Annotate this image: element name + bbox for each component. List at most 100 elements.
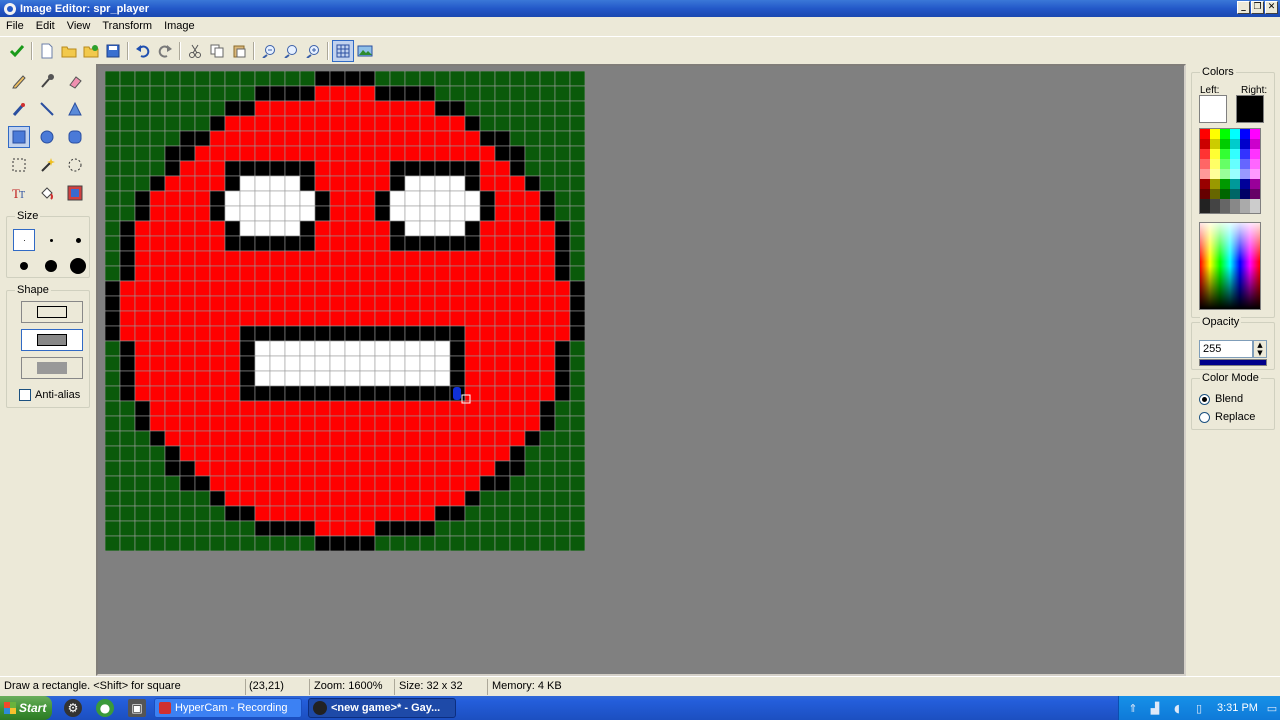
sprite-pixel[interactable] (524, 535, 541, 551)
sprite-pixel[interactable] (494, 160, 511, 177)
sprite-pixel[interactable] (494, 490, 511, 507)
sprite-pixel[interactable] (134, 310, 151, 327)
sprite-pixel[interactable] (509, 71, 526, 87)
sprite-pixel[interactable] (494, 430, 511, 447)
sprite-pixel[interactable] (524, 265, 541, 282)
sprite-pixel[interactable] (105, 100, 121, 117)
sprite-pixel[interactable] (539, 220, 556, 237)
sprite-pixel[interactable] (494, 475, 511, 492)
sprite-pixel[interactable] (149, 100, 166, 117)
sprite-pixel[interactable] (419, 535, 436, 551)
sprite-pixel[interactable] (314, 295, 331, 312)
sprite-pixel[interactable] (314, 370, 331, 387)
sprite-pixel[interactable] (524, 445, 541, 462)
sprite-pixel[interactable] (359, 460, 376, 477)
sprite-pixel[interactable] (419, 310, 436, 327)
sprite-pixel[interactable] (404, 490, 421, 507)
sprite-pixel[interactable] (329, 175, 346, 192)
sprite-pixel[interactable] (194, 490, 211, 507)
sprite-pixel[interactable] (254, 235, 271, 252)
sprite-pixel[interactable] (479, 535, 496, 551)
sprite-pixel[interactable] (254, 190, 271, 207)
sprite-pixel[interactable] (194, 295, 211, 312)
sprite-pixel[interactable] (344, 280, 361, 297)
sprite-pixel[interactable] (299, 160, 316, 177)
save-icon[interactable] (102, 40, 124, 62)
sprite-pixel[interactable] (314, 400, 331, 417)
sprite-pixel[interactable] (569, 520, 585, 537)
sprite-pixel[interactable] (344, 71, 361, 87)
sprite-pixel[interactable] (164, 415, 181, 432)
sprite-pixel[interactable] (239, 250, 256, 267)
sprite-pixel[interactable] (539, 265, 556, 282)
sprite-pixel[interactable] (374, 220, 391, 237)
sprite-pixel[interactable] (389, 115, 406, 132)
sprite-pixel[interactable] (164, 235, 181, 252)
sprite-pixel[interactable] (134, 520, 151, 537)
sprite-pixel[interactable] (164, 475, 181, 492)
sprite-pixel[interactable] (374, 205, 391, 222)
sprite-pixel[interactable] (254, 415, 271, 432)
sprite-pixel[interactable] (329, 100, 346, 117)
import-icon[interactable] (80, 40, 102, 62)
sprite-pixel[interactable] (239, 190, 256, 207)
canvas-area[interactable] (96, 64, 1186, 676)
sprite-pixel[interactable] (524, 205, 541, 222)
sprite-pixel[interactable] (539, 145, 556, 162)
sprite-pixel[interactable] (284, 400, 301, 417)
sprite-pixel[interactable] (284, 220, 301, 237)
sprite-pixel[interactable] (314, 265, 331, 282)
sprite-pixel[interactable] (509, 175, 526, 192)
sprite-pixel[interactable] (284, 145, 301, 162)
sprite-pixel[interactable] (179, 355, 196, 372)
sprite-pixel[interactable] (269, 490, 286, 507)
undo-icon[interactable] (132, 40, 154, 62)
sprite-pixel[interactable] (434, 265, 451, 282)
sprite-pixel[interactable] (389, 220, 406, 237)
sprite-pixel[interactable] (434, 355, 451, 372)
sprite-pixel[interactable] (239, 355, 256, 372)
sprite-pixel[interactable] (179, 295, 196, 312)
sprite-pixel[interactable] (299, 145, 316, 162)
sprite-pixel[interactable] (269, 505, 286, 522)
sprite-pixel[interactable] (254, 175, 271, 192)
sprite-pixel[interactable] (224, 355, 241, 372)
sprite-pixel[interactable] (105, 490, 121, 507)
sprite-pixel[interactable] (254, 130, 271, 147)
sprite-pixel[interactable] (404, 415, 421, 432)
sprite-pixel[interactable] (119, 445, 136, 462)
sprite-pixel[interactable] (494, 460, 511, 477)
sprite-pixel[interactable] (569, 505, 585, 522)
sprite-pixel[interactable] (209, 265, 226, 282)
sprite-pixel[interactable] (449, 370, 466, 387)
sprite-pixel[interactable] (105, 190, 121, 207)
sprite-pixel[interactable] (209, 205, 226, 222)
sprite-pixel[interactable] (134, 400, 151, 417)
sprite-pixel[interactable] (494, 385, 511, 402)
sprite-pixel[interactable] (105, 445, 121, 462)
sprite-pixel[interactable] (524, 430, 541, 447)
sprite-pixel[interactable] (404, 400, 421, 417)
sprite-pixel[interactable] (344, 520, 361, 537)
sprite-pixel[interactable] (224, 400, 241, 417)
sprite-pixel[interactable] (389, 175, 406, 192)
sprite-pixel[interactable] (569, 355, 585, 372)
sprite-pixel[interactable] (449, 175, 466, 192)
sprite-pixel[interactable] (419, 400, 436, 417)
sprite-pixel[interactable] (179, 100, 196, 117)
sprite-pixel[interactable] (105, 460, 121, 477)
sprite-pixel[interactable] (105, 250, 121, 267)
sprite-pixel[interactable] (404, 71, 421, 87)
sprite-pixel[interactable] (434, 385, 451, 402)
sprite-pixel[interactable] (419, 355, 436, 372)
sprite-pixel[interactable] (374, 130, 391, 147)
sprite-pixel[interactable] (359, 145, 376, 162)
sprite-pixel[interactable] (149, 175, 166, 192)
sprite-pixel[interactable] (224, 475, 241, 492)
sprite-pixel[interactable] (569, 265, 585, 282)
sprite-pixel[interactable] (269, 415, 286, 432)
opacity-bar[interactable] (1199, 359, 1267, 366)
sprite-pixel[interactable] (179, 175, 196, 192)
sprite-pixel[interactable] (524, 520, 541, 537)
sprite-pixel[interactable] (164, 490, 181, 507)
